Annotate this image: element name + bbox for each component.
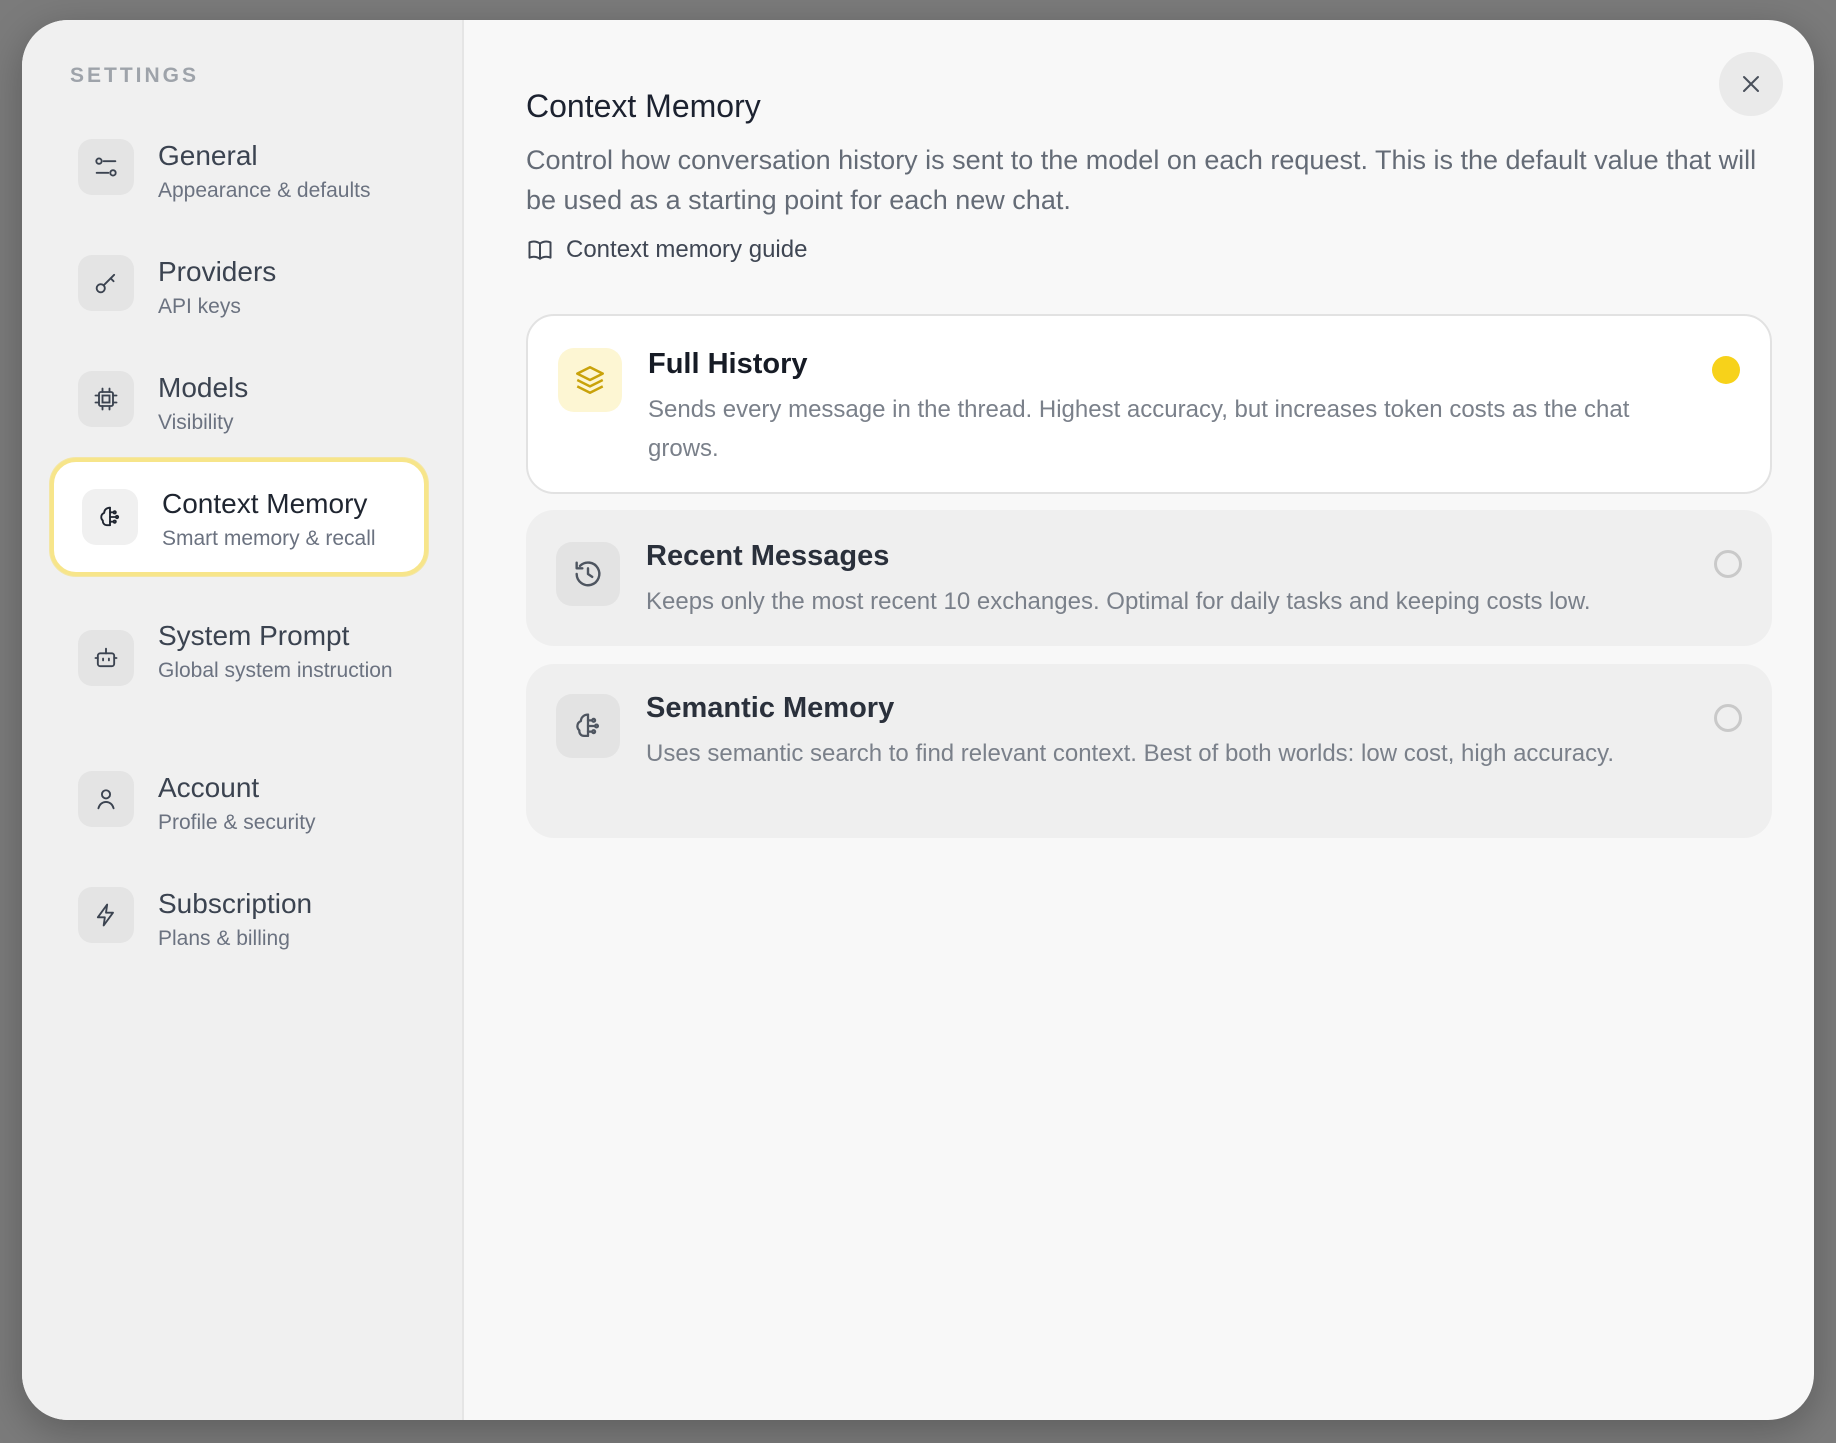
sidebar-item-label: Models xyxy=(158,372,249,403)
radio-unselected[interactable] xyxy=(1714,704,1742,732)
option-full-history[interactable]: Full History Sends every message in the … xyxy=(526,314,1772,494)
history-icon xyxy=(556,542,620,606)
option-title: Semantic Memory xyxy=(646,692,895,724)
sidebar-item-context-memory[interactable]: Context Memory Smart memory & recall xyxy=(50,458,428,576)
close-button[interactable] xyxy=(1719,52,1783,116)
option-semantic-memory[interactable]: Semantic Memory Uses semantic search to … xyxy=(526,664,1772,838)
sidebar-item-sub: Appearance & defaults xyxy=(158,179,371,202)
sidebar-item-subscription[interactable]: Subscription Plans & billing xyxy=(50,858,428,972)
settings-modal: SETTINGS General Appearance & defaults P… xyxy=(22,20,1814,1420)
brain-icon xyxy=(82,489,138,545)
sidebar-item-sub: Smart memory & recall xyxy=(162,527,376,550)
book-icon xyxy=(528,240,552,260)
sidebar-item-providers[interactable]: Providers API keys xyxy=(50,226,428,340)
sidebar-item-sub: Global system instruction xyxy=(158,659,393,682)
user-icon xyxy=(78,771,134,827)
cpu-chip-icon xyxy=(78,371,134,427)
sidebar-item-system-prompt[interactable]: System Prompt Global system instruction xyxy=(50,588,428,726)
sidebar-item-sub: Profile & security xyxy=(158,811,316,834)
sidebar-item-sub: Plans & billing xyxy=(158,927,290,950)
radio-selected[interactable] xyxy=(1712,356,1740,384)
option-description: Uses semantic search to find relevant co… xyxy=(646,740,1615,767)
sidebar-item-account[interactable]: Account Profile & security xyxy=(50,742,428,856)
sidebar-item-models[interactable]: Models Visibility xyxy=(50,342,428,456)
page-title: Context Memory xyxy=(526,88,761,124)
guide-link-label: Context memory guide xyxy=(566,236,808,263)
page-description: Control how conversation history is sent… xyxy=(526,145,1757,215)
option-description: Sends every message in the thread. Highe… xyxy=(648,396,1630,462)
context-memory-guide-link[interactable]: Context memory guide xyxy=(526,236,807,264)
option-description: Keeps only the most recent 10 exchanges.… xyxy=(646,588,1591,615)
sidebar-item-label: Providers xyxy=(158,256,277,287)
option-title: Recent Messages xyxy=(646,540,890,572)
settings-sidebar: SETTINGS General Appearance & defaults P… xyxy=(22,20,464,1420)
radio-unselected[interactable] xyxy=(1714,550,1742,578)
option-recent-messages[interactable]: Recent Messages Keeps only the most rece… xyxy=(526,510,1772,646)
sidebar-item-general[interactable]: General Appearance & defaults xyxy=(50,110,428,224)
sliders-icon xyxy=(78,139,134,195)
key-icon xyxy=(78,255,134,311)
bot-icon xyxy=(78,630,134,686)
sidebar-item-label: Account xyxy=(158,772,260,803)
sidebar-item-label: System Prompt xyxy=(158,620,350,651)
sidebar-item-label: Subscription xyxy=(158,888,313,919)
sidebar-item-label: General xyxy=(158,140,258,171)
sidebar-item-label: Context Memory xyxy=(162,488,368,519)
sidebar-item-sub: API keys xyxy=(158,295,241,318)
lightning-icon xyxy=(78,887,134,943)
layers-icon xyxy=(558,348,622,412)
sidebar-item-sub: Visibility xyxy=(158,411,234,434)
close-icon xyxy=(1743,76,1759,92)
sidebar-title: SETTINGS xyxy=(70,64,200,87)
option-title: Full History xyxy=(648,348,808,380)
brain-icon xyxy=(556,694,620,758)
